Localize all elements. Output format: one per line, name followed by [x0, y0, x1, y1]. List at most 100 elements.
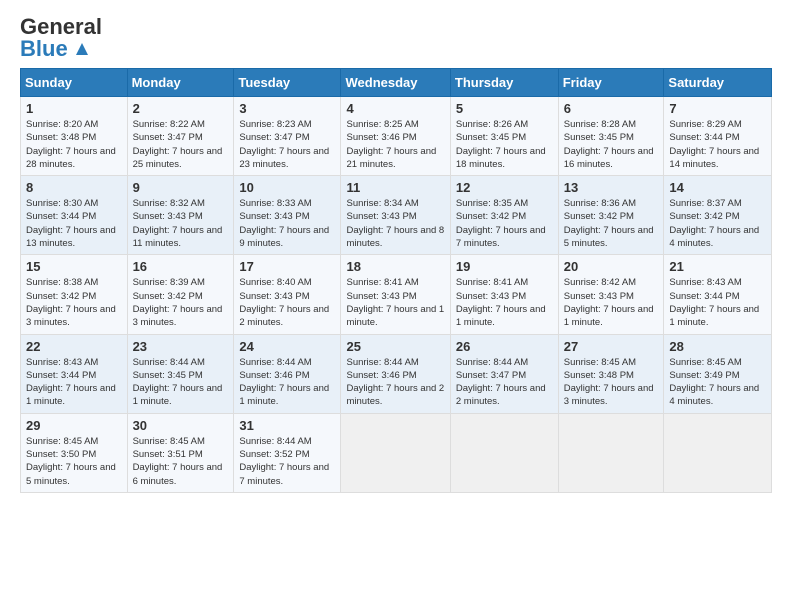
day-info: Sunrise: 8:33 AMSunset: 3:43 PMDaylight:… — [239, 197, 335, 250]
day-info: Sunrise: 8:43 AMSunset: 3:44 PMDaylight:… — [26, 356, 122, 409]
weekday-header-sunday: Sunday — [21, 69, 128, 97]
day-number: 29 — [26, 418, 122, 433]
day-number: 21 — [669, 259, 766, 274]
day-number: 26 — [456, 339, 553, 354]
day-info: Sunrise: 8:39 AMSunset: 3:42 PMDaylight:… — [133, 276, 229, 329]
day-number: 13 — [564, 180, 659, 195]
week-row-1: 1 Sunrise: 8:20 AMSunset: 3:48 PMDayligh… — [21, 97, 772, 176]
calendar-cell: 8 Sunrise: 8:30 AMSunset: 3:44 PMDayligh… — [21, 176, 128, 255]
day-info: Sunrise: 8:44 AMSunset: 3:46 PMDaylight:… — [346, 356, 444, 409]
day-info: Sunrise: 8:29 AMSunset: 3:44 PMDaylight:… — [669, 118, 766, 171]
day-number: 22 — [26, 339, 122, 354]
calendar-cell: 2 Sunrise: 8:22 AMSunset: 3:47 PMDayligh… — [127, 97, 234, 176]
day-number: 10 — [239, 180, 335, 195]
calendar-cell: 25 Sunrise: 8:44 AMSunset: 3:46 PMDaylig… — [341, 334, 450, 413]
day-number: 20 — [564, 259, 659, 274]
day-number: 23 — [133, 339, 229, 354]
day-info: Sunrise: 8:22 AMSunset: 3:47 PMDaylight:… — [133, 118, 229, 171]
day-number: 12 — [456, 180, 553, 195]
day-number: 30 — [133, 418, 229, 433]
calendar-cell: 30 Sunrise: 8:45 AMSunset: 3:51 PMDaylig… — [127, 413, 234, 492]
calendar-cell: 26 Sunrise: 8:44 AMSunset: 3:47 PMDaylig… — [450, 334, 558, 413]
day-info: Sunrise: 8:44 AMSunset: 3:46 PMDaylight:… — [239, 356, 335, 409]
logo-triangle-icon — [72, 39, 92, 59]
calendar-cell: 4 Sunrise: 8:25 AMSunset: 3:46 PMDayligh… — [341, 97, 450, 176]
week-row-2: 8 Sunrise: 8:30 AMSunset: 3:44 PMDayligh… — [21, 176, 772, 255]
calendar-cell: 18 Sunrise: 8:41 AMSunset: 3:43 PMDaylig… — [341, 255, 450, 334]
day-info: Sunrise: 8:23 AMSunset: 3:47 PMDaylight:… — [239, 118, 335, 171]
weekday-header-friday: Friday — [558, 69, 664, 97]
weekday-header-tuesday: Tuesday — [234, 69, 341, 97]
day-info: Sunrise: 8:28 AMSunset: 3:45 PMDaylight:… — [564, 118, 659, 171]
calendar-cell: 1 Sunrise: 8:20 AMSunset: 3:48 PMDayligh… — [21, 97, 128, 176]
day-number: 9 — [133, 180, 229, 195]
day-info: Sunrise: 8:44 AMSunset: 3:45 PMDaylight:… — [133, 356, 229, 409]
calendar-cell: 21 Sunrise: 8:43 AMSunset: 3:44 PMDaylig… — [664, 255, 772, 334]
weekday-header-monday: Monday — [127, 69, 234, 97]
day-info: Sunrise: 8:34 AMSunset: 3:43 PMDaylight:… — [346, 197, 444, 250]
calendar-cell: 17 Sunrise: 8:40 AMSunset: 3:43 PMDaylig… — [234, 255, 341, 334]
weekday-header-saturday: Saturday — [664, 69, 772, 97]
logo: General Blue — [20, 16, 102, 60]
day-info: Sunrise: 8:45 AMSunset: 3:51 PMDaylight:… — [133, 435, 229, 488]
day-info: Sunrise: 8:40 AMSunset: 3:43 PMDaylight:… — [239, 276, 335, 329]
day-number: 6 — [564, 101, 659, 116]
day-number: 27 — [564, 339, 659, 354]
day-number: 18 — [346, 259, 444, 274]
day-info: Sunrise: 8:43 AMSunset: 3:44 PMDaylight:… — [669, 276, 766, 329]
day-info: Sunrise: 8:32 AMSunset: 3:43 PMDaylight:… — [133, 197, 229, 250]
day-number: 19 — [456, 259, 553, 274]
day-number: 1 — [26, 101, 122, 116]
day-number: 3 — [239, 101, 335, 116]
day-number: 25 — [346, 339, 444, 354]
calendar-cell: 28 Sunrise: 8:45 AMSunset: 3:49 PMDaylig… — [664, 334, 772, 413]
calendar-cell — [341, 413, 450, 492]
calendar-cell: 9 Sunrise: 8:32 AMSunset: 3:43 PMDayligh… — [127, 176, 234, 255]
calendar-cell: 31 Sunrise: 8:44 AMSunset: 3:52 PMDaylig… — [234, 413, 341, 492]
calendar-cell: 15 Sunrise: 8:38 AMSunset: 3:42 PMDaylig… — [21, 255, 128, 334]
calendar-cell: 6 Sunrise: 8:28 AMSunset: 3:45 PMDayligh… — [558, 97, 664, 176]
day-number: 17 — [239, 259, 335, 274]
day-number: 7 — [669, 101, 766, 116]
calendar-cell: 16 Sunrise: 8:39 AMSunset: 3:42 PMDaylig… — [127, 255, 234, 334]
day-number: 2 — [133, 101, 229, 116]
calendar-cell: 22 Sunrise: 8:43 AMSunset: 3:44 PMDaylig… — [21, 334, 128, 413]
day-info: Sunrise: 8:44 AMSunset: 3:52 PMDaylight:… — [239, 435, 335, 488]
calendar-cell: 19 Sunrise: 8:41 AMSunset: 3:43 PMDaylig… — [450, 255, 558, 334]
day-info: Sunrise: 8:42 AMSunset: 3:43 PMDaylight:… — [564, 276, 659, 329]
day-number: 11 — [346, 180, 444, 195]
day-info: Sunrise: 8:41 AMSunset: 3:43 PMDaylight:… — [346, 276, 444, 329]
header: General Blue — [20, 16, 772, 60]
day-info: Sunrise: 8:45 AMSunset: 3:48 PMDaylight:… — [564, 356, 659, 409]
day-number: 16 — [133, 259, 229, 274]
day-info: Sunrise: 8:25 AMSunset: 3:46 PMDaylight:… — [346, 118, 444, 171]
calendar-cell: 24 Sunrise: 8:44 AMSunset: 3:46 PMDaylig… — [234, 334, 341, 413]
weekday-header-thursday: Thursday — [450, 69, 558, 97]
week-row-5: 29 Sunrise: 8:45 AMSunset: 3:50 PMDaylig… — [21, 413, 772, 492]
week-row-4: 22 Sunrise: 8:43 AMSunset: 3:44 PMDaylig… — [21, 334, 772, 413]
day-number: 15 — [26, 259, 122, 274]
calendar-cell: 23 Sunrise: 8:44 AMSunset: 3:45 PMDaylig… — [127, 334, 234, 413]
day-number: 31 — [239, 418, 335, 433]
day-info: Sunrise: 8:30 AMSunset: 3:44 PMDaylight:… — [26, 197, 122, 250]
day-number: 4 — [346, 101, 444, 116]
calendar-cell: 3 Sunrise: 8:23 AMSunset: 3:47 PMDayligh… — [234, 97, 341, 176]
day-number: 28 — [669, 339, 766, 354]
calendar-cell: 27 Sunrise: 8:45 AMSunset: 3:48 PMDaylig… — [558, 334, 664, 413]
calendar-cell: 7 Sunrise: 8:29 AMSunset: 3:44 PMDayligh… — [664, 97, 772, 176]
calendar-cell: 14 Sunrise: 8:37 AMSunset: 3:42 PMDaylig… — [664, 176, 772, 255]
day-info: Sunrise: 8:35 AMSunset: 3:42 PMDaylight:… — [456, 197, 553, 250]
calendar-cell: 12 Sunrise: 8:35 AMSunset: 3:42 PMDaylig… — [450, 176, 558, 255]
calendar-table: SundayMondayTuesdayWednesdayThursdayFrid… — [20, 68, 772, 493]
day-info: Sunrise: 8:37 AMSunset: 3:42 PMDaylight:… — [669, 197, 766, 250]
day-number: 5 — [456, 101, 553, 116]
calendar-cell — [450, 413, 558, 492]
calendar-cell: 29 Sunrise: 8:45 AMSunset: 3:50 PMDaylig… — [21, 413, 128, 492]
day-info: Sunrise: 8:38 AMSunset: 3:42 PMDaylight:… — [26, 276, 122, 329]
calendar-cell: 10 Sunrise: 8:33 AMSunset: 3:43 PMDaylig… — [234, 176, 341, 255]
day-info: Sunrise: 8:41 AMSunset: 3:43 PMDaylight:… — [456, 276, 553, 329]
day-info: Sunrise: 8:26 AMSunset: 3:45 PMDaylight:… — [456, 118, 553, 171]
calendar-cell — [558, 413, 664, 492]
day-info: Sunrise: 8:36 AMSunset: 3:42 PMDaylight:… — [564, 197, 659, 250]
calendar-cell — [664, 413, 772, 492]
